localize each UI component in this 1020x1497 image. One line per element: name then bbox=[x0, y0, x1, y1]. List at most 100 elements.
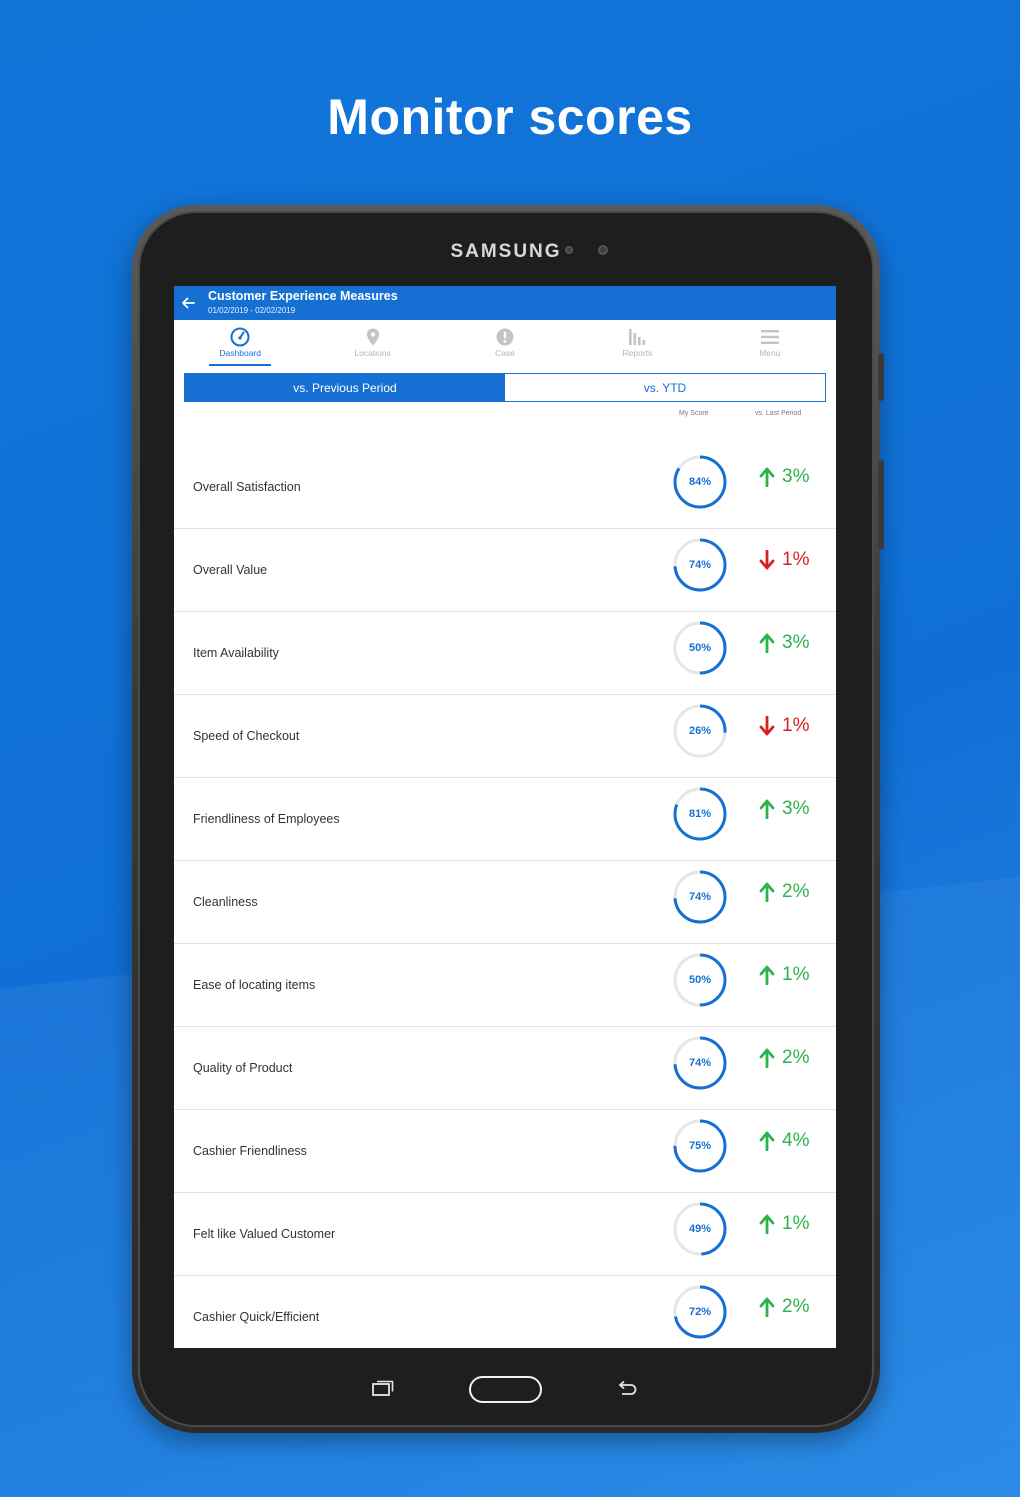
measure-row[interactable]: Cleanliness 74% 2% bbox=[174, 861, 836, 944]
measure-name: Friendliness of Employees bbox=[193, 812, 340, 826]
measure-row[interactable]: Felt like Valued Customer 49% 1% bbox=[174, 1193, 836, 1276]
app-bar: Customer Experience Measures 01/02/2019 … bbox=[174, 286, 836, 320]
column-header-score: My Score bbox=[679, 410, 709, 417]
change-indicator: 2% bbox=[759, 1047, 809, 1069]
column-header-change: vs. Last Period bbox=[755, 410, 802, 417]
score-value: 75% bbox=[688, 1140, 712, 1152]
tab-label: Reports bbox=[622, 348, 653, 358]
measures-list: Overall Satisfaction 84% 3% Overall Value 74… bbox=[174, 446, 836, 1348]
tab-label: Menu bbox=[759, 348, 781, 358]
measure-row[interactable]: Item Availability 50% 3% bbox=[174, 612, 836, 695]
back-key-icon[interactable] bbox=[616, 1380, 638, 1398]
tab-dashboard[interactable]: Dashboard bbox=[174, 320, 306, 370]
measure-name: Cashier Friendliness bbox=[193, 1144, 307, 1158]
score-value: 50% bbox=[688, 642, 712, 654]
change-value: 3% bbox=[782, 632, 810, 653]
period-toggle: vs. Previous Period vs. YTD bbox=[184, 373, 826, 402]
measure-name: Cashier Quick/Efficient bbox=[193, 1310, 320, 1324]
score-value: 26% bbox=[688, 725, 712, 737]
arrow-up-icon bbox=[759, 633, 775, 653]
score-ring: 49% bbox=[672, 1201, 728, 1257]
change-value: 1% bbox=[782, 1213, 810, 1234]
measure-row[interactable]: Overall Value 74% 1% bbox=[174, 529, 836, 612]
score-ring: 84% bbox=[672, 454, 728, 510]
measure-name: Ease of locating items bbox=[193, 978, 316, 992]
measure-row[interactable]: Ease of locating items 50% 1% bbox=[174, 944, 836, 1027]
location-pin-icon bbox=[366, 328, 379, 346]
tab-reports[interactable]: Reports bbox=[571, 320, 703, 370]
arrow-up-icon bbox=[759, 1131, 775, 1151]
tab-locations[interactable]: Locations bbox=[306, 320, 438, 370]
measure-name: Speed of Checkout bbox=[193, 729, 300, 743]
dashboard-gauge-icon bbox=[230, 327, 250, 347]
volume-button bbox=[878, 353, 884, 401]
app-screen: Customer Experience Measures 01/02/2019 … bbox=[174, 286, 836, 1348]
score-value: 50% bbox=[688, 974, 712, 986]
measure-row[interactable]: Quality of Product 74% 2% bbox=[174, 1027, 836, 1110]
change-value: 2% bbox=[782, 1296, 810, 1317]
page-title: Customer Experience Measures bbox=[208, 289, 398, 303]
front-camera bbox=[598, 245, 608, 255]
score-value: 74% bbox=[688, 891, 712, 903]
segment-ytd[interactable]: vs. YTD bbox=[505, 374, 825, 401]
arrow-up-icon bbox=[759, 1048, 775, 1068]
score-ring: 75% bbox=[672, 1118, 728, 1174]
change-indicator: 1% bbox=[759, 549, 809, 571]
measure-name: Overall Satisfaction bbox=[193, 480, 301, 494]
measure-name: Overall Value bbox=[193, 563, 268, 577]
back-arrow-icon[interactable] bbox=[180, 295, 196, 311]
change-value: 3% bbox=[782, 466, 810, 487]
arrow-down-icon bbox=[759, 550, 775, 570]
measure-name: Item Availability bbox=[193, 646, 279, 660]
change-value: 1% bbox=[782, 964, 810, 985]
device-brand: SAMSUNG bbox=[450, 241, 562, 262]
measure-row[interactable]: Friendliness of Employees 81% 3% bbox=[174, 778, 836, 861]
arrow-up-icon bbox=[759, 467, 775, 487]
hamburger-menu-icon bbox=[760, 330, 779, 344]
arrow-up-icon bbox=[759, 1214, 775, 1234]
change-indicator: 3% bbox=[759, 632, 809, 654]
score-value: 74% bbox=[688, 559, 712, 571]
score-ring: 81% bbox=[672, 786, 728, 842]
change-indicator: 2% bbox=[759, 881, 809, 903]
score-value: 84% bbox=[688, 476, 712, 488]
measure-row[interactable]: Cashier Quick/Efficient 72% 2% bbox=[174, 1276, 836, 1348]
score-ring: 26% bbox=[672, 703, 728, 759]
arrow-up-icon bbox=[759, 882, 775, 902]
score-value: 49% bbox=[688, 1223, 712, 1235]
proximity-sensor bbox=[565, 246, 573, 254]
change-indicator: 1% bbox=[759, 715, 809, 737]
score-ring: 74% bbox=[672, 1035, 728, 1091]
measure-name: Felt like Valued Customer bbox=[193, 1227, 336, 1241]
measure-row[interactable]: Speed of Checkout 26% 1% bbox=[174, 695, 836, 778]
score-ring: 74% bbox=[672, 537, 728, 593]
change-indicator: 4% bbox=[759, 1130, 809, 1152]
alert-icon bbox=[496, 328, 514, 346]
bar-chart-icon bbox=[629, 329, 646, 345]
change-value: 3% bbox=[782, 798, 810, 819]
change-indicator: 1% bbox=[759, 964, 809, 986]
measure-name: Cleanliness bbox=[193, 895, 258, 909]
tab-case[interactable]: Case bbox=[439, 320, 571, 370]
segment-previous-period[interactable]: vs. Previous Period bbox=[185, 374, 505, 401]
change-value: 1% bbox=[782, 549, 810, 570]
arrow-down-icon bbox=[759, 716, 775, 736]
measure-row[interactable]: Cashier Friendliness 75% 4% bbox=[174, 1110, 836, 1193]
tab-menu[interactable]: Menu bbox=[704, 320, 836, 370]
change-indicator: 1% bbox=[759, 1213, 809, 1235]
arrow-up-icon bbox=[759, 965, 775, 985]
arrow-up-icon bbox=[759, 1297, 775, 1317]
arrow-up-icon bbox=[759, 799, 775, 819]
tab-label: Dashboard bbox=[219, 348, 261, 358]
tab-label: Case bbox=[495, 348, 515, 358]
home-button-icon[interactable] bbox=[469, 1376, 542, 1403]
recent-apps-icon[interactable] bbox=[372, 1380, 394, 1396]
tab-label: Locations bbox=[354, 348, 391, 358]
date-range: 01/02/2019 - 02/02/2019 bbox=[208, 306, 296, 315]
change-value: 1% bbox=[782, 715, 810, 736]
change-indicator: 3% bbox=[759, 466, 809, 488]
change-indicator: 3% bbox=[759, 798, 809, 820]
measure-name: Quality of Product bbox=[193, 1061, 293, 1075]
headline: Monitor scores bbox=[327, 89, 693, 145]
measure-row[interactable]: Overall Satisfaction 84% 3% bbox=[174, 446, 836, 529]
